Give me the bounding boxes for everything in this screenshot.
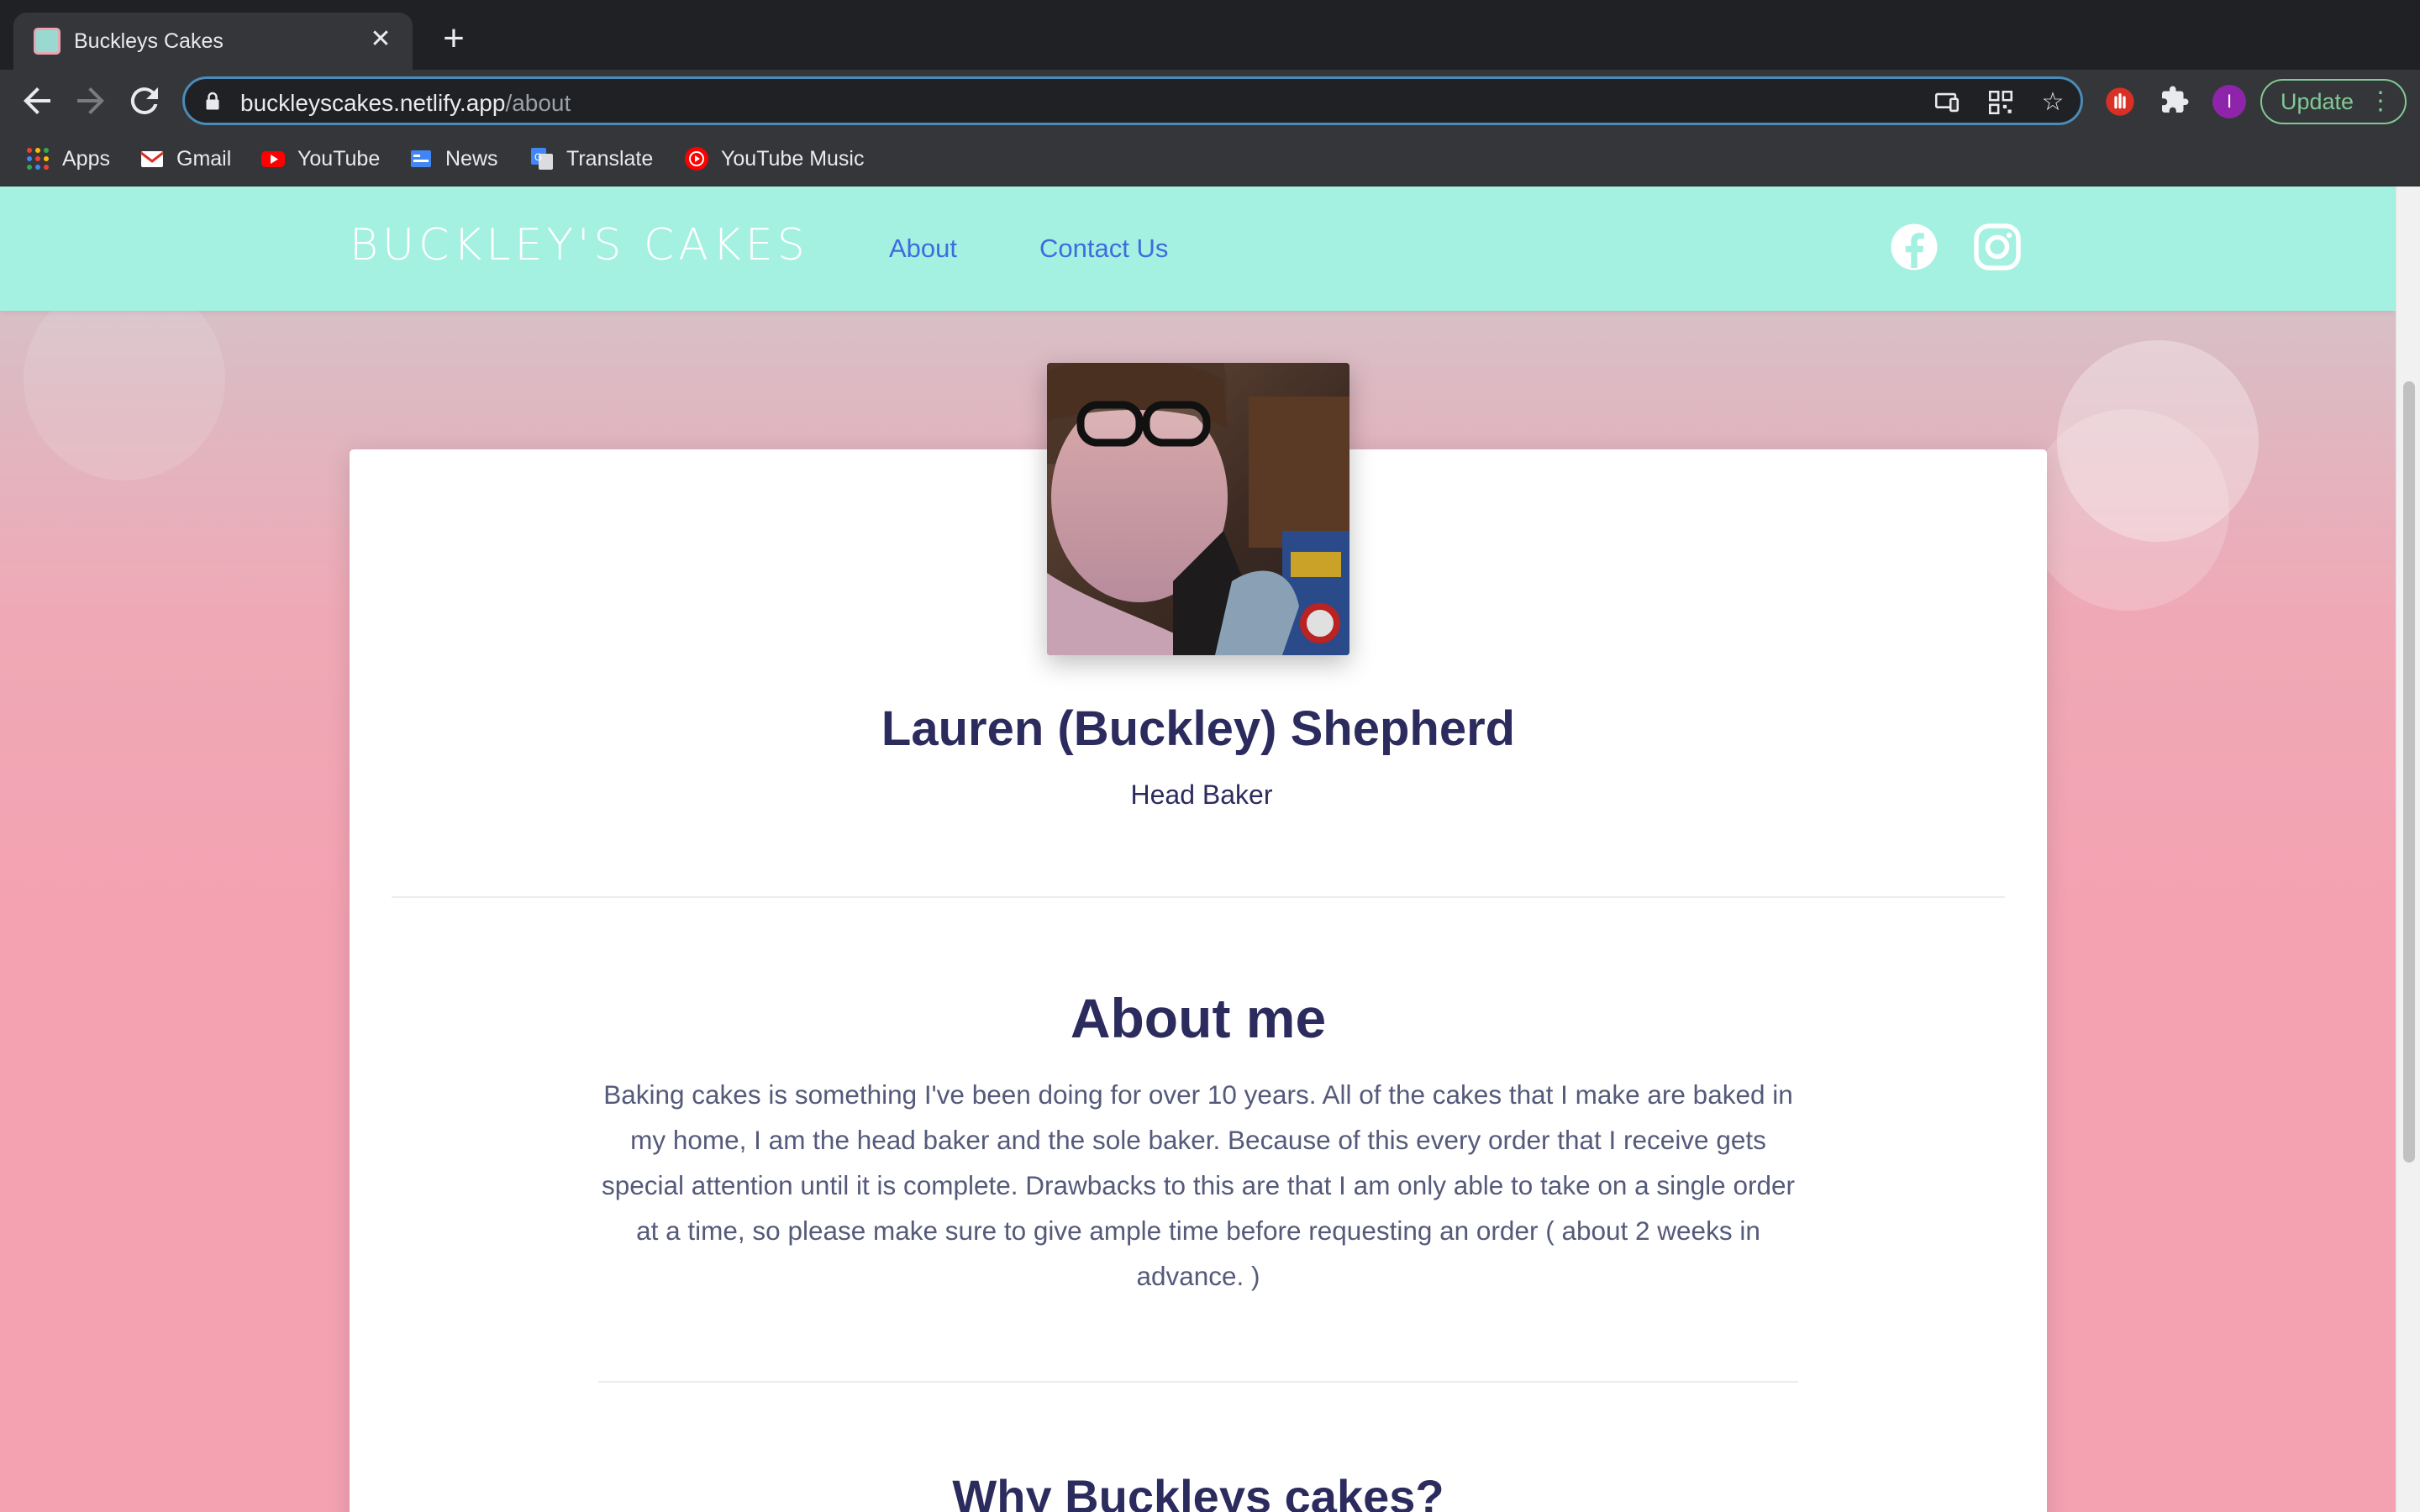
address-bar[interactable]: buckleyscakes.netlify.app/about ☆ xyxy=(182,76,2083,125)
bookmark-youtube-music[interactable]: YouTube Music xyxy=(684,145,864,172)
scrollbar-thumb[interactable] xyxy=(2403,381,2415,1163)
nav-contact-link[interactable]: Contact Us xyxy=(1039,234,1168,264)
menu-dots-icon[interactable]: ⋮ xyxy=(2368,81,2393,123)
extensions-puzzle-icon[interactable] xyxy=(2158,85,2191,118)
profile-avatar[interactable]: I xyxy=(2212,85,2246,118)
tab-title: Buckleys Cakes xyxy=(74,29,224,53)
google-translate-icon: G xyxy=(529,146,555,171)
site-header: BUCKLEY'S CAKES About Contact Us xyxy=(0,186,2396,311)
decorative-bubble xyxy=(2057,340,2259,542)
extension-hand-icon[interactable] xyxy=(2103,85,2137,118)
lock-icon xyxy=(206,92,219,110)
svg-text:G: G xyxy=(534,151,542,163)
section-divider xyxy=(392,896,2005,898)
page-scrollbar[interactable] xyxy=(2396,186,2420,1512)
browser-tab[interactable]: Buckleys Cakes ✕ xyxy=(13,13,413,70)
web-page: BUCKLEY'S CAKES About Contact Us Lauren … xyxy=(0,186,2396,1512)
section-divider xyxy=(598,1381,1798,1383)
back-icon[interactable] xyxy=(17,81,57,121)
google-news-icon xyxy=(408,146,434,171)
profile-name: Lauren (Buckley) Shepherd xyxy=(881,701,1516,756)
nav-about-link[interactable]: About xyxy=(889,234,957,264)
profile-photo xyxy=(1047,363,1349,655)
bookmark-star-icon[interactable]: ☆ xyxy=(2039,88,2067,117)
why-heading: Why Buckleys cakes? xyxy=(952,1470,1444,1512)
about-heading: About me xyxy=(1070,987,1327,1049)
new-tab-icon[interactable]: + xyxy=(437,20,471,57)
instagram-icon[interactable] xyxy=(1972,222,2023,272)
bookmark-translate[interactable]: G Translate xyxy=(529,145,653,172)
apps-grid-icon xyxy=(25,146,50,171)
tab-strip: Buckleys Cakes ✕ + xyxy=(0,0,2420,70)
bookmark-news[interactable]: News xyxy=(408,145,498,172)
about-paragraph: Baking cakes is something I've been doin… xyxy=(602,1079,1795,1291)
gmail-icon xyxy=(139,146,165,171)
bookmark-youtube[interactable]: YouTube xyxy=(260,145,380,172)
reload-icon[interactable] xyxy=(124,81,165,121)
bookmark-apps[interactable]: Apps xyxy=(25,145,110,172)
bookmark-gmail[interactable]: Gmail xyxy=(139,145,231,172)
facebook-icon[interactable] xyxy=(1889,222,1939,272)
bookmarks-bar: Apps Gmail YouTube News G Translate YouT… xyxy=(0,132,2420,186)
update-button[interactable]: Update ⋮ xyxy=(2260,79,2407,124)
site-logo[interactable]: BUCKLEY'S CAKES xyxy=(350,220,809,270)
youtube-icon xyxy=(260,146,286,171)
close-tab-icon[interactable]: ✕ xyxy=(366,24,396,55)
profile-role: Head Baker xyxy=(1130,780,1273,810)
site-favicon-icon xyxy=(34,28,60,55)
forward-icon[interactable] xyxy=(71,81,111,121)
youtube-music-icon xyxy=(684,146,709,171)
browser-toolbar: buckleyscakes.netlify.app/about ☆ xyxy=(0,70,2420,132)
qr-code-icon[interactable] xyxy=(1986,88,2015,117)
url-text: buckleyscakes.netlify.app/about xyxy=(240,90,571,116)
cast-icon[interactable] xyxy=(1933,88,1961,117)
